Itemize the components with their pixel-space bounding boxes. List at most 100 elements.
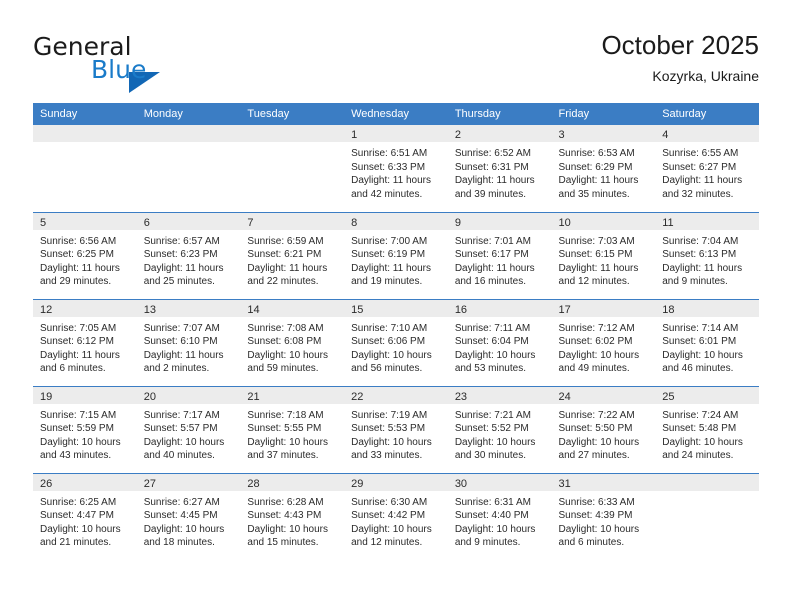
sunset-label: Sunset: 6:33 PM bbox=[351, 161, 426, 173]
daylight-label-line1: Daylight: 10 hours bbox=[454, 349, 536, 361]
daylight-label-line1: Daylight: 11 hours bbox=[40, 349, 120, 361]
day-number bbox=[33, 125, 137, 142]
sunset-label: Sunset: 6:25 PM bbox=[40, 249, 114, 260]
calendar-day-cell[interactable]: 22 Sunrise: 7:19 AM Sunset: 5:53 PM Dayligh… bbox=[344, 385, 448, 473]
calendar-day-cell[interactable]: 17 Sunrise: 7:12 AM Sunset: 6:02 PM Dayligh… bbox=[551, 298, 656, 386]
day-number: 3 bbox=[551, 125, 656, 142]
day-number: 1 bbox=[344, 125, 448, 142]
daylight-label-line2: and 53 minutes. bbox=[454, 363, 526, 374]
day-number: 10 bbox=[551, 212, 656, 230]
sunset-label: Sunset: 5:59 PM bbox=[40, 423, 114, 434]
daylight-label-line2: and 29 minutes. bbox=[40, 276, 112, 287]
sunset-label: Sunset: 6:10 PM bbox=[143, 336, 218, 347]
sunset-label: Sunset: 6:01 PM bbox=[662, 336, 737, 347]
sunset-label: Sunset: 4:45 PM bbox=[143, 510, 218, 521]
calendar-day-cell[interactable]: 11 Sunrise: 7:04 AM Sunset: 6:13 PM Dayligh… bbox=[655, 211, 759, 299]
day-info: Sunrise: 6:59 AM Sunset: 6:21 PM Daylight:… bbox=[240, 230, 344, 289]
day-info: Sunrise: 7:04 AM Sunset: 6:13 PM Daylight:… bbox=[655, 230, 759, 289]
calendar-day-cell[interactable]: 8 Sunrise: 7:00 AM Sunset: 6:19 PM Daylight… bbox=[344, 211, 448, 299]
sunrise-label: Sunrise: 6:25 AM bbox=[40, 496, 117, 508]
sunset-label: Sunset: 4:42 PM bbox=[351, 510, 426, 521]
calendar-day-cell[interactable]: 28 Sunrise: 6:28 AM Sunset: 4:43 PM Dayligh… bbox=[240, 472, 345, 560]
daylight-label-line2: and 19 minutes. bbox=[351, 276, 423, 287]
page-title: October 2025 bbox=[601, 30, 759, 60]
sunrise-label: Sunrise: 6:33 AM bbox=[558, 496, 635, 508]
sunrise-label: Sunrise: 6:57 AM bbox=[143, 235, 220, 247]
day-info: Sunrise: 7:11 AM Sunset: 6:04 PM Daylight:… bbox=[448, 317, 552, 376]
day-number: 17 bbox=[551, 299, 656, 317]
day-info: Sunrise: 7:17 AM Sunset: 5:57 PM Daylight:… bbox=[137, 404, 241, 463]
calendar-day-cell[interactable]: 21 Sunrise: 7:18 AM Sunset: 5:55 PM Dayligh… bbox=[240, 385, 345, 473]
day-info: Sunrise: 6:28 AM Sunset: 4:43 PM Daylight:… bbox=[240, 491, 344, 550]
day-info: Sunrise: 7:07 AM Sunset: 6:10 PM Daylight:… bbox=[137, 317, 241, 376]
brand-logo[interactable]: General Blue bbox=[33, 30, 253, 93]
calendar-day-cell-empty bbox=[33, 125, 137, 212]
calendar-day-cell[interactable]: 16 Sunrise: 7:11 AM Sunset: 6:04 PM Dayligh… bbox=[447, 298, 552, 386]
day-info: Sunrise: 7:00 AM Sunset: 6:19 PM Daylight:… bbox=[344, 230, 448, 289]
daylight-label-line2: and 24 minutes. bbox=[662, 450, 734, 461]
sunrise-label: Sunrise: 7:03 AM bbox=[558, 235, 635, 247]
calendar-day-cell[interactable]: 10 Sunrise: 7:03 AM Sunset: 6:15 PM Dayligh… bbox=[551, 211, 656, 299]
calendar-day-cell[interactable]: 27 Sunrise: 6:27 AM Sunset: 4:45 PM Dayligh… bbox=[136, 472, 241, 560]
calendar-week-row: 26 Sunrise: 6:25 AM Sunset: 4:47 PM Dayligh… bbox=[33, 472, 759, 560]
day-info: Sunrise: 7:12 AM Sunset: 6:02 PM Daylight:… bbox=[552, 317, 656, 376]
daylight-label-line2: and 21 minutes. bbox=[40, 537, 112, 548]
daylight-label-line2: and 39 minutes. bbox=[454, 188, 526, 200]
weekday-header-sunday: Sunday bbox=[33, 103, 137, 125]
sunset-label: Sunset: 6:29 PM bbox=[558, 161, 633, 173]
daylight-label-line1: Daylight: 11 hours bbox=[351, 175, 431, 186]
daylight-label-line2: and 12 minutes. bbox=[351, 537, 423, 548]
day-number: 14 bbox=[240, 299, 345, 317]
sunrise-label: Sunrise: 6:30 AM bbox=[351, 496, 428, 508]
calendar-day-cell[interactable]: 20 Sunrise: 7:17 AM Sunset: 5:57 PM Dayligh… bbox=[136, 385, 241, 473]
calendar-day-cell[interactable]: 15 Sunrise: 7:10 AM Sunset: 6:06 PM Dayligh… bbox=[344, 298, 448, 386]
calendar-day-cell[interactable]: 1 Sunrise: 6:51 AM Sunset: 6:33 PM Daylight… bbox=[344, 125, 448, 212]
calendar-day-cell[interactable]: 5 Sunrise: 6:56 AM Sunset: 6:25 PM Daylight… bbox=[33, 211, 137, 299]
daylight-label-line1: Daylight: 10 hours bbox=[454, 523, 536, 535]
day-number: 25 bbox=[655, 386, 759, 404]
daylight-label-line1: Daylight: 11 hours bbox=[454, 175, 535, 186]
sunset-label: Sunset: 5:55 PM bbox=[247, 423, 322, 434]
calendar-day-cell[interactable]: 4 Sunrise: 6:55 AM Sunset: 6:27 PM Daylight… bbox=[655, 125, 759, 212]
calendar-day-cell[interactable]: 31 Sunrise: 6:33 AM Sunset: 4:39 PM Dayligh… bbox=[551, 472, 656, 560]
sunset-label: Sunset: 4:40 PM bbox=[454, 510, 529, 521]
calendar-day-cell[interactable]: 23 Sunrise: 7:21 AM Sunset: 5:52 PM Dayligh… bbox=[447, 385, 552, 473]
daylight-label-line1: Daylight: 11 hours bbox=[351, 262, 431, 274]
daylight-label-line2: and 46 minutes. bbox=[662, 363, 734, 374]
calendar-day-cell[interactable]: 24 Sunrise: 7:22 AM Sunset: 5:50 PM Dayligh… bbox=[551, 385, 656, 473]
calendar-day-cell[interactable]: 29 Sunrise: 6:30 AM Sunset: 4:42 PM Dayligh… bbox=[344, 472, 448, 560]
day-info: Sunrise: 7:24 AM Sunset: 5:48 PM Daylight:… bbox=[655, 404, 759, 463]
calendar-day-cell[interactable]: 19 Sunrise: 7:15 AM Sunset: 5:59 PM Dayligh… bbox=[33, 385, 137, 473]
day-info: Sunrise: 7:18 AM Sunset: 5:55 PM Daylight:… bbox=[240, 404, 344, 463]
daylight-label-line1: Daylight: 10 hours bbox=[143, 523, 225, 535]
sunrise-label: Sunrise: 7:15 AM bbox=[40, 409, 117, 421]
calendar-day-cell[interactable]: 12 Sunrise: 7:05 AM Sunset: 6:12 PM Dayligh… bbox=[33, 298, 137, 386]
calendar-day-cell[interactable]: 30 Sunrise: 6:31 AM Sunset: 4:40 PM Dayligh… bbox=[447, 472, 552, 560]
sunrise-label: Sunrise: 6:31 AM bbox=[454, 496, 531, 508]
daylight-label-line1: Daylight: 11 hours bbox=[558, 262, 639, 274]
day-number: 12 bbox=[33, 299, 137, 317]
daylight-label-line2: and 25 minutes. bbox=[143, 276, 215, 287]
weekday-header-tuesday: Tuesday bbox=[240, 103, 345, 125]
calendar-day-cell[interactable]: 26 Sunrise: 6:25 AM Sunset: 4:47 PM Dayligh… bbox=[33, 472, 137, 560]
daylight-label-line2: and 6 minutes. bbox=[558, 537, 625, 548]
calendar-day-cell[interactable]: 13 Sunrise: 7:07 AM Sunset: 6:10 PM Dayligh… bbox=[136, 298, 241, 386]
day-number: 6 bbox=[136, 212, 241, 230]
sunrise-label: Sunrise: 6:59 AM bbox=[247, 235, 324, 247]
day-info: Sunrise: 6:30 AM Sunset: 4:42 PM Daylight:… bbox=[344, 491, 448, 550]
sunset-label: Sunset: 5:52 PM bbox=[454, 423, 529, 434]
calendar-day-cell[interactable]: 2 Sunrise: 6:52 AM Sunset: 6:31 PM Daylight… bbox=[447, 125, 552, 212]
calendar-day-cell[interactable]: 6 Sunrise: 6:57 AM Sunset: 6:23 PM Daylight… bbox=[136, 211, 241, 299]
daylight-label-line2: and 59 minutes. bbox=[247, 363, 319, 374]
day-number: 8 bbox=[344, 212, 448, 230]
calendar-day-cell[interactable]: 25 Sunrise: 7:24 AM Sunset: 5:48 PM Dayligh… bbox=[655, 385, 759, 473]
calendar-day-cell[interactable]: 18 Sunrise: 7:14 AM Sunset: 6:01 PM Dayligh… bbox=[655, 298, 759, 386]
calendar-day-cell[interactable]: 7 Sunrise: 6:59 AM Sunset: 6:21 PM Daylight… bbox=[240, 211, 345, 299]
sunset-label: Sunset: 6:27 PM bbox=[662, 161, 737, 173]
calendar-day-cell[interactable]: 3 Sunrise: 6:53 AM Sunset: 6:29 PM Daylight… bbox=[551, 125, 656, 212]
sunset-label: Sunset: 6:17 PM bbox=[454, 249, 529, 260]
calendar-day-cell[interactable]: 14 Sunrise: 7:08 AM Sunset: 6:08 PM Dayligh… bbox=[240, 298, 345, 386]
day-number: 26 bbox=[33, 473, 137, 491]
calendar-day-cell[interactable]: 9 Sunrise: 7:01 AM Sunset: 6:17 PM Daylight… bbox=[447, 211, 552, 299]
weekday-header-wednesday: Wednesday bbox=[344, 103, 448, 125]
